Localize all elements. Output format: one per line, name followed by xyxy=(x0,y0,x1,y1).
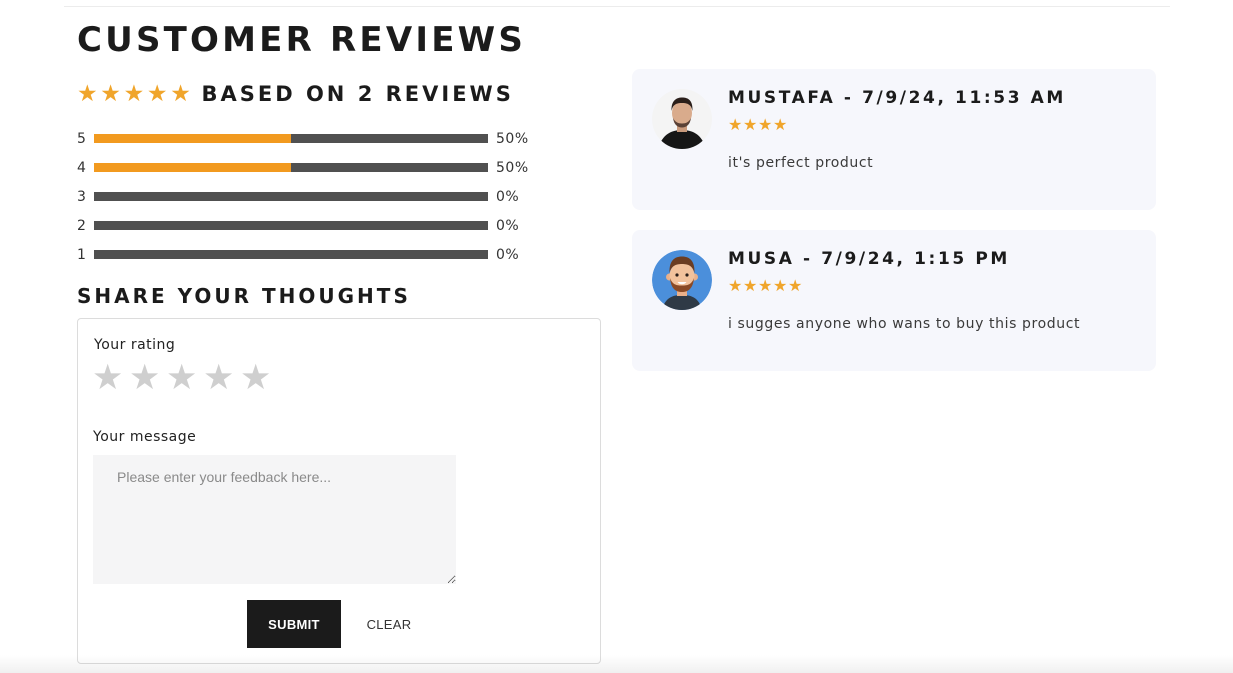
bottom-edge-shadow xyxy=(0,655,1233,673)
review-body: i sugges anyone who wans to buy this pro… xyxy=(728,316,1081,332)
breakdown-row: 3 0% xyxy=(77,182,537,211)
star-filled-icon: ★ xyxy=(758,276,773,295)
review-stars: ★ ★ ★ ★ xyxy=(728,117,788,133)
summary-stars: ★ ★ ★ ★ ★ xyxy=(77,80,193,107)
breakdown-star-count: 2 xyxy=(77,217,86,234)
star-filled-icon: ★ xyxy=(758,115,773,134)
breakdown-bar xyxy=(94,221,488,230)
breakdown-percent: 50% xyxy=(496,159,529,176)
breakdown-percent: 0% xyxy=(496,188,520,205)
breakdown-star-count: 5 xyxy=(77,130,86,147)
star-filled-icon: ★ xyxy=(773,115,788,134)
star-outline-icon[interactable]: ★ xyxy=(166,357,203,399)
star-filled-icon: ★ xyxy=(728,276,743,295)
breakdown-star-count: 1 xyxy=(77,246,86,263)
star-outline-icon[interactable]: ★ xyxy=(129,357,166,399)
breakdown-percent: 50% xyxy=(496,130,529,147)
rating-label: Your rating xyxy=(94,337,176,353)
review-stars: ★ ★ ★ ★ ★ xyxy=(728,278,803,294)
cartoon-avatar xyxy=(652,250,712,310)
star-outline-icon[interactable]: ★ xyxy=(92,357,129,399)
breakdown-bar-fill xyxy=(94,134,291,143)
message-label: Your message xyxy=(93,429,197,445)
star-filled-icon: ★ xyxy=(170,80,191,107)
star-filled-icon: ★ xyxy=(788,276,803,295)
review-card: MUSTAFA - 7/9/24, 11:53 AM ★ ★ ★ ★ it's … xyxy=(632,69,1156,210)
breakdown-star-count: 4 xyxy=(77,159,86,176)
rating-breakdown: 5 50% 4 50% 3 0% 2 0% 1 0% xyxy=(77,124,537,269)
breakdown-bar xyxy=(94,250,488,259)
review-body: it's perfect product xyxy=(728,155,874,171)
star-filled-icon: ★ xyxy=(728,115,743,134)
breakdown-star-count: 3 xyxy=(77,188,86,205)
breakdown-bar xyxy=(94,134,488,143)
submit-button[interactable]: SUBMIT xyxy=(247,600,341,648)
user-photo-avatar xyxy=(652,89,712,149)
breakdown-percent: 0% xyxy=(496,217,520,234)
share-thoughts-title: SHARE YOUR THOUGHTS xyxy=(77,284,411,308)
rating-input: ★ ★ ★ ★ ★ xyxy=(92,357,277,399)
star-filled-icon: ★ xyxy=(743,276,758,295)
star-filled-icon: ★ xyxy=(123,80,145,107)
feedback-textarea[interactable] xyxy=(93,455,456,584)
review-header: MUSA - 7/9/24, 1:15 PM xyxy=(728,249,1010,269)
review-header: MUSTAFA - 7/9/24, 11:53 AM xyxy=(728,88,1066,108)
rating-summary: ★ ★ ★ ★ ★ BASED ON 2 REVIEWS xyxy=(77,82,514,106)
review-form: Your rating ★ ★ ★ ★ ★ Your message SUBMI… xyxy=(77,318,601,664)
clear-button[interactable]: CLEAR xyxy=(360,600,418,648)
breakdown-bar xyxy=(94,163,488,172)
review-count-text: BASED ON 2 REVIEWS xyxy=(201,82,514,106)
star-filled-icon: ★ xyxy=(100,80,121,107)
breakdown-row: 5 50% xyxy=(77,124,537,153)
breakdown-percent: 0% xyxy=(496,246,520,263)
star-filled-icon: ★ xyxy=(77,80,98,107)
breakdown-row: 1 0% xyxy=(77,240,537,269)
breakdown-row: 4 50% xyxy=(77,153,537,182)
star-outline-icon[interactable]: ★ xyxy=(240,357,277,399)
breakdown-bar-fill xyxy=(94,163,291,172)
star-filled-icon: ★ xyxy=(743,115,758,134)
star-filled-icon: ★ xyxy=(146,80,168,107)
review-card: MUSA - 7/9/24, 1:15 PM ★ ★ ★ ★ ★ i sugge… xyxy=(632,230,1156,371)
breakdown-row: 2 0% xyxy=(77,211,537,240)
star-outline-icon[interactable]: ★ xyxy=(203,357,240,399)
breakdown-bar xyxy=(94,192,488,201)
page-title: CUSTOMER REVIEWS xyxy=(77,20,527,60)
top-divider xyxy=(64,6,1170,7)
star-filled-icon: ★ xyxy=(773,276,788,295)
